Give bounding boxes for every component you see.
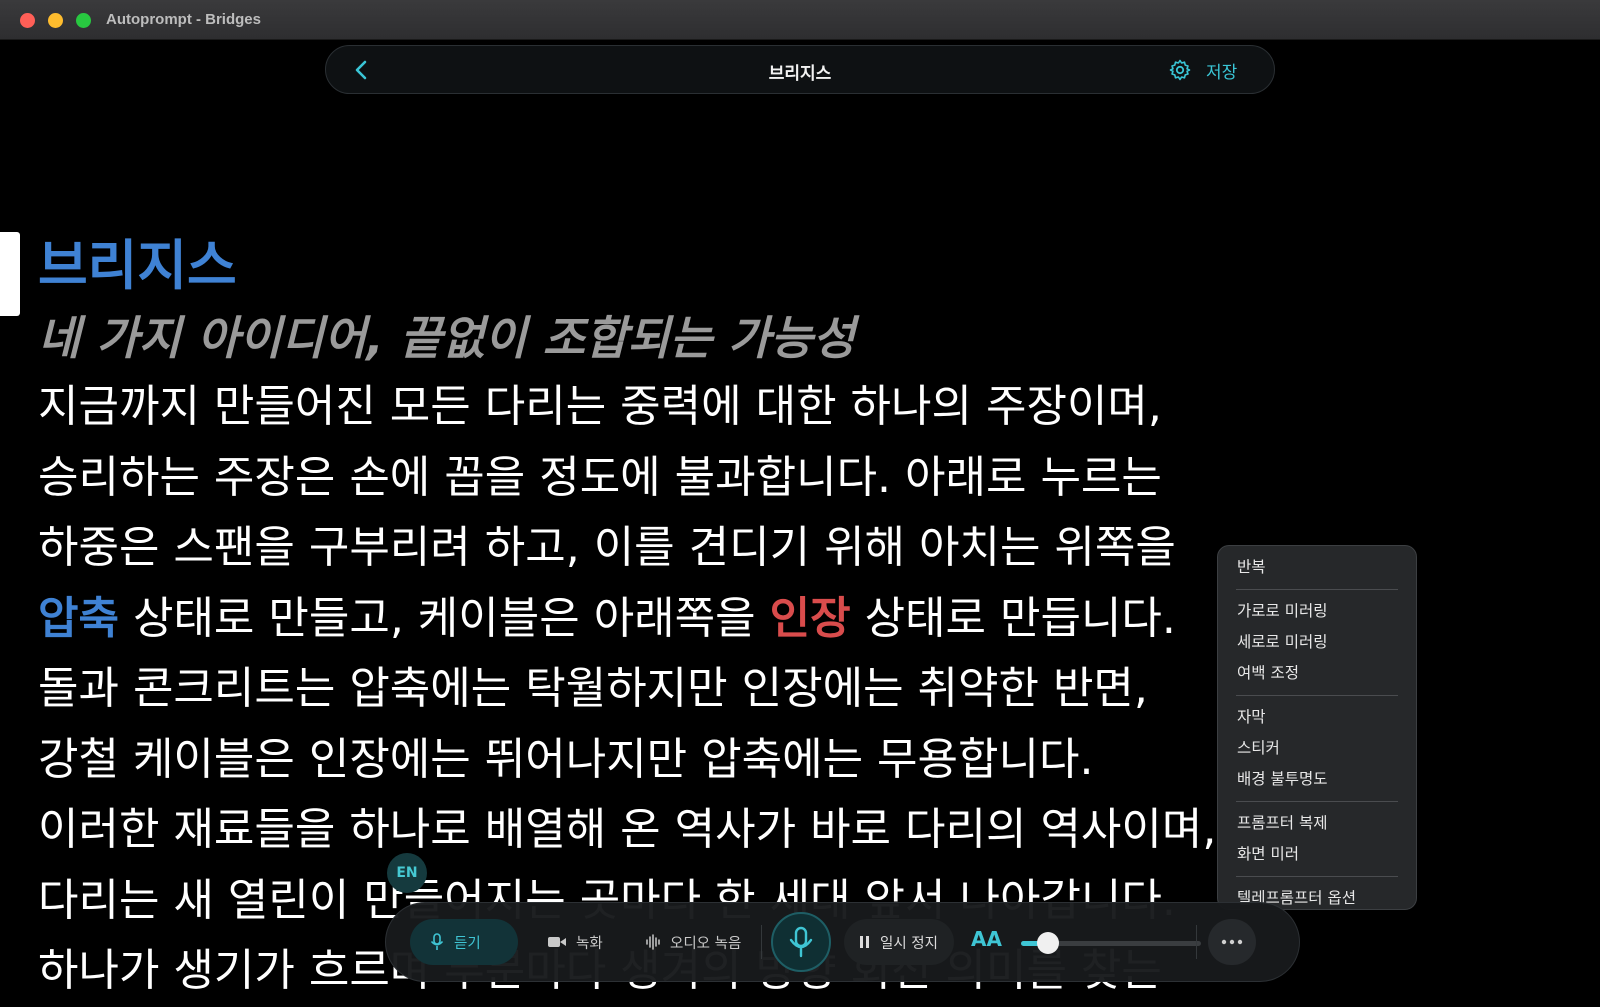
document-title: 브리지스 [768,64,832,84]
menu-item-mirror-horizontal[interactable]: 가로로 미러링 [1218,596,1416,627]
speed-slider[interactable] [1021,932,1201,954]
menu-item-background-opacity[interactable]: 배경 불투명도 [1218,764,1416,795]
listen-label: 듣기 [454,935,481,952]
window-title: Autoprompt - Bridges [106,11,261,28]
gear-icon [1169,59,1191,81]
options-menu: 반복 가로로 미러링 세로로 미러링 여백 조정 자막 스티커 배경 불투명도 … [1217,545,1417,910]
window-titlebar: Autoprompt - Bridges [0,0,1600,40]
window-close-button[interactable] [20,13,35,28]
pause-button[interactable]: 일시 정지 [844,919,954,965]
reading-position-marker [0,232,20,316]
listen-button[interactable]: 듣기 [410,919,518,965]
menu-item-screen-mirror[interactable]: 화면 미러 [1218,839,1416,870]
window-minimize-button[interactable] [48,13,63,28]
script-line: 승리하는 주장은 손에 꼽을 정도에 불과합니다. 아래로 누르는 [38,451,1162,503]
divider [1196,925,1197,959]
menu-item-stickers[interactable]: 스티커 [1218,733,1416,764]
script-subtitle: 네 가지 아이디어, 끝없이 조합되는 가능성 [38,311,855,365]
menu-separator [1236,876,1398,877]
window-zoom-button[interactable] [76,13,91,28]
more-dots-icon [1221,939,1243,945]
microphone-icon [430,933,444,951]
microphone-button[interactable] [771,912,831,972]
record-audio-label: 오디오 녹음 [670,935,742,952]
menu-item-mirror-vertical[interactable]: 세로로 미러링 [1218,627,1416,658]
script-heading: 브리지스 [38,234,237,297]
emphasis-compression: 압축 [38,592,119,644]
record-audio-button[interactable]: 오디오 녹음 [626,919,758,965]
record-video-button[interactable]: 녹화 [528,919,618,965]
waveform-icon [646,934,660,950]
top-header: 브리지스 저장 [325,45,1275,94]
menu-item-margins[interactable]: 여백 조정 [1218,658,1416,689]
script-text: 상태로 만들고, 케이블은 아래쪽을 [118,592,770,644]
script-line: 지금까지 만들어진 모든 다리는 중력에 대한 하나의 주장이며, [38,381,1162,432]
menu-separator [1236,695,1398,696]
menu-item-duplicate-prompter[interactable]: 프롬프터 복제 [1218,808,1416,839]
pause-icon [860,936,870,948]
more-options-button[interactable] [1208,919,1256,965]
menu-separator [1236,801,1398,802]
pause-label: 일시 정지 [880,935,938,952]
font-size-button[interactable]: AA [971,927,1002,951]
language-badge[interactable]: EN [387,853,427,893]
control-bar: 듣기 녹화 오디오 녹음 일시 정지 AA [385,902,1300,982]
menu-item-repeat[interactable]: 반복 [1218,552,1416,583]
emphasis-tension: 인장 [769,592,851,644]
script-text: 상태로 만듭니다. [850,592,1176,644]
save-button[interactable]: 저장 [1206,58,1237,83]
menu-item-captions[interactable]: 자막 [1218,702,1416,733]
microphone-icon [789,926,813,958]
divider [761,925,762,959]
speed-slider-knob[interactable] [1037,932,1059,954]
video-camera-icon [548,936,566,948]
settings-button[interactable] [1168,58,1192,82]
record-video-label: 녹화 [576,935,603,952]
menu-separator [1236,589,1398,590]
